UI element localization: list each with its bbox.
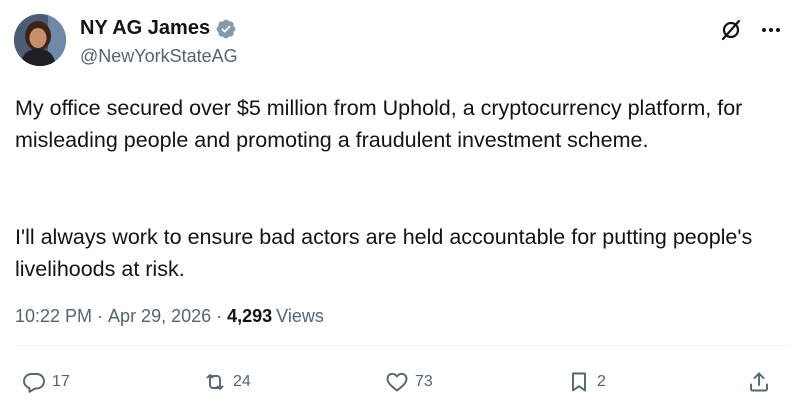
avatar-image — [14, 14, 66, 66]
reply-button[interactable]: 17 — [22, 370, 70, 394]
share-button[interactable] — [747, 370, 771, 394]
more-icon[interactable] — [759, 18, 783, 42]
verified-badge-icon[interactable] — [215, 18, 237, 40]
heart-icon — [385, 370, 409, 394]
author-name-row[interactable]: NY AG James — [80, 17, 237, 40]
like-button[interactable]: 73 — [385, 370, 433, 394]
share-icon — [747, 370, 771, 394]
tweet-text-paragraph-2: I'll always work to ensure bad actors ar… — [15, 225, 753, 281]
tweet-time[interactable]: 10:22 PM — [15, 306, 92, 327]
divider — [15, 345, 788, 346]
author-display-name[interactable]: NY AG James — [80, 17, 210, 40]
meta-separator: · — [97, 306, 104, 326]
action-bar: 17 24 73 2 — [0, 370, 803, 400]
tweet-date[interactable]: Apr 29, 2026 — [108, 306, 211, 327]
tweet-meta: 10:22 PM · Apr 29, 2026 · 4,293 Views — [15, 306, 324, 327]
bookmark-count: 2 — [597, 373, 606, 390]
avatar[interactable] — [14, 14, 66, 66]
views-count: 4,293 — [227, 306, 273, 326]
author-handle[interactable]: @NewYorkStateAG — [80, 46, 238, 67]
repost-count: 24 — [233, 373, 251, 390]
like-count: 73 — [415, 373, 433, 390]
tweet-text-paragraph-1: My office secured over $5 million from U… — [15, 96, 749, 152]
top-actions — [719, 18, 783, 42]
repost-icon — [203, 370, 227, 394]
bookmark-button[interactable]: 2 — [567, 370, 606, 394]
reply-icon — [22, 370, 46, 394]
views-label: Views — [276, 306, 324, 326]
repost-button[interactable]: 24 — [203, 370, 251, 394]
grok-icon[interactable] — [719, 18, 743, 42]
meta-separator: · — [216, 306, 223, 326]
reply-count: 17 — [52, 373, 70, 390]
bookmark-icon — [567, 370, 591, 394]
